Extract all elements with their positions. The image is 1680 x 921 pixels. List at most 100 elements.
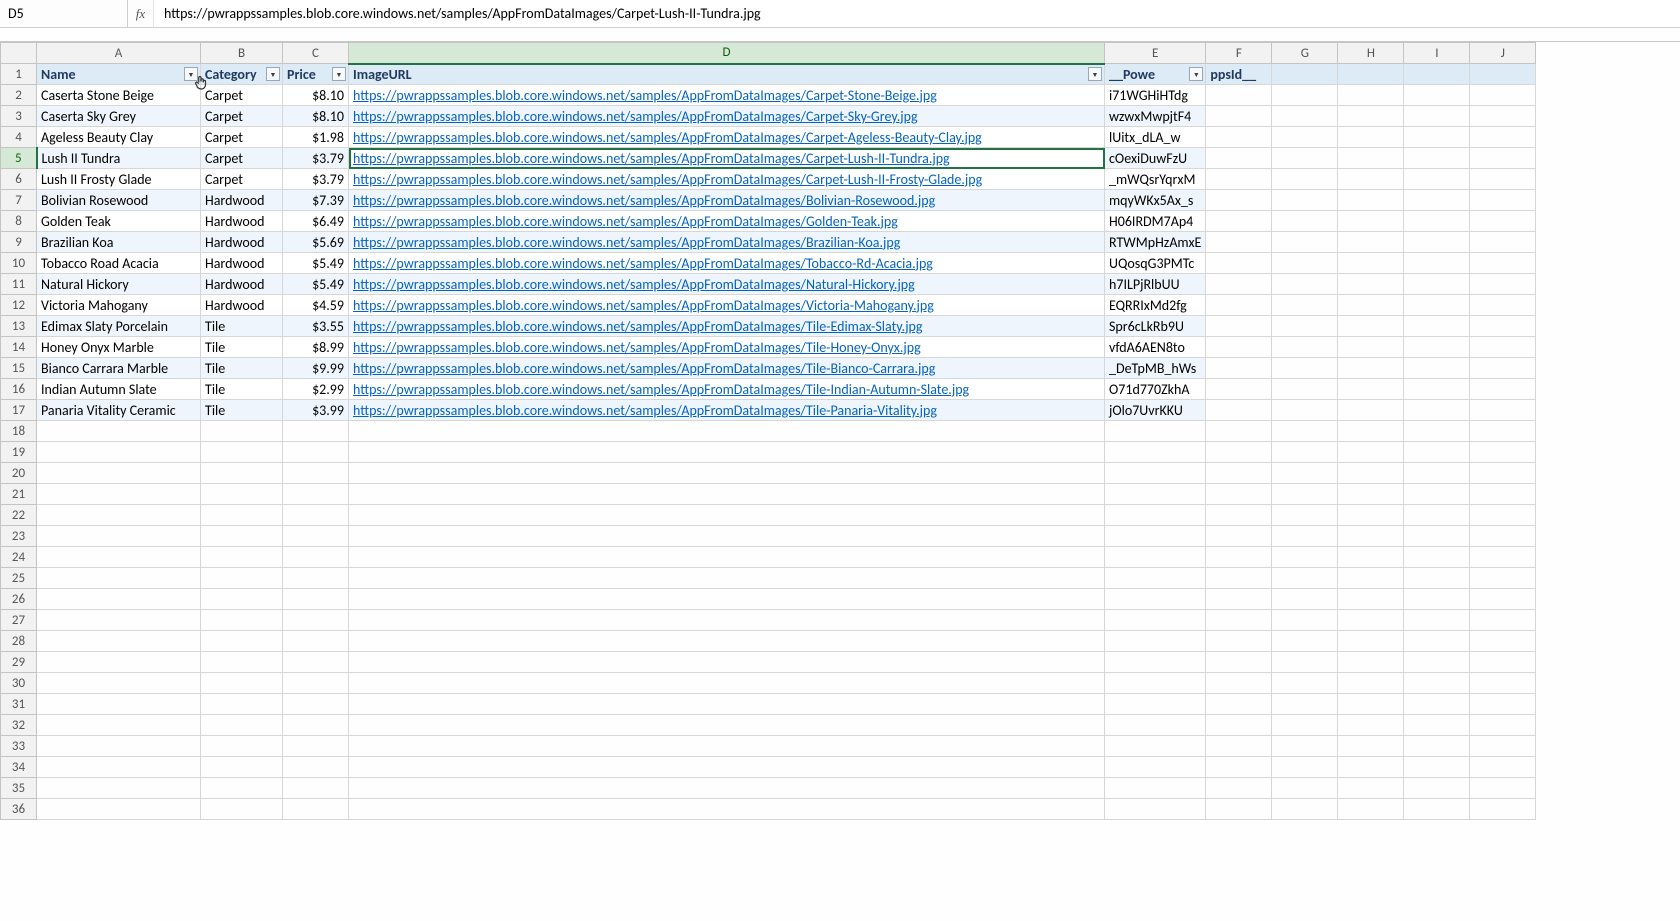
cell[interactable]: mqyWKx5Ax_s [1105, 190, 1206, 211]
cell[interactable] [1404, 736, 1470, 757]
cell[interactable] [349, 505, 1105, 526]
cell[interactable] [37, 778, 201, 799]
cell[interactable]: $7.39 [283, 190, 349, 211]
cell[interactable] [1470, 673, 1536, 694]
cell[interactable] [1206, 337, 1272, 358]
cell[interactable]: Tile [201, 337, 283, 358]
cell[interactable] [1338, 274, 1404, 295]
cell[interactable]: $3.55 [283, 316, 349, 337]
col-header-F[interactable]: F [1206, 43, 1272, 64]
cell[interactable]: https://pwrappssamples.blob.core.windows… [349, 274, 1105, 295]
cell[interactable] [1206, 505, 1272, 526]
cell[interactable] [1338, 85, 1404, 106]
cell[interactable] [283, 778, 349, 799]
cell[interactable]: Natural Hickory [37, 274, 201, 295]
cell[interactable] [1272, 274, 1338, 295]
cell[interactable] [349, 799, 1105, 820]
cell[interactable] [1272, 631, 1338, 652]
row-header[interactable]: 14 [1, 337, 37, 358]
cell[interactable] [1206, 526, 1272, 547]
cell[interactable] [1206, 421, 1272, 442]
cell[interactable] [1206, 232, 1272, 253]
row-header[interactable]: 21 [1, 484, 37, 505]
select-all-corner[interactable] [1, 43, 37, 64]
cell[interactable] [1404, 85, 1470, 106]
cell[interactable] [201, 652, 283, 673]
cell[interactable] [1470, 568, 1536, 589]
row-header[interactable]: 20 [1, 463, 37, 484]
cell[interactable]: Bolivian Rosewood [37, 190, 201, 211]
cell[interactable] [1206, 715, 1272, 736]
cell[interactable] [1272, 211, 1338, 232]
cell[interactable] [1272, 715, 1338, 736]
image-url-link[interactable]: https://pwrappssamples.blob.core.windows… [353, 192, 935, 209]
row-header[interactable]: 10 [1, 253, 37, 274]
cell[interactable] [1470, 799, 1536, 820]
cell[interactable]: $1.98 [283, 127, 349, 148]
cell[interactable]: wzwxMwpjtF4 [1105, 106, 1206, 127]
cell[interactable] [201, 757, 283, 778]
cell[interactable] [1105, 421, 1206, 442]
cell[interactable] [349, 568, 1105, 589]
table-header-cell[interactable]: Category▼ [201, 64, 283, 85]
cell[interactable] [1105, 568, 1206, 589]
cell[interactable] [1206, 610, 1272, 631]
cell[interactable] [1404, 337, 1470, 358]
cell[interactable]: lUitx_dLA_w [1105, 127, 1206, 148]
row-header[interactable]: 23 [1, 526, 37, 547]
cell[interactable] [201, 778, 283, 799]
cell[interactable] [1404, 589, 1470, 610]
cell[interactable] [1272, 421, 1338, 442]
cell[interactable] [1470, 169, 1536, 190]
cell[interactable] [1470, 190, 1536, 211]
spreadsheet-grid[interactable]: ABCDEFGHIJ 1Name▼Category▼Price▼ImageURL… [0, 42, 1680, 820]
cell[interactable] [37, 694, 201, 715]
cell[interactable]: Carpet [201, 127, 283, 148]
table-header-cell[interactable]: Price▼ [283, 64, 349, 85]
cell[interactable] [283, 610, 349, 631]
cell[interactable] [1404, 778, 1470, 799]
cell[interactable] [1338, 778, 1404, 799]
cell[interactable] [1272, 295, 1338, 316]
cell[interactable] [1272, 736, 1338, 757]
filter-dropdown-icon[interactable]: ▼ [332, 67, 346, 81]
cell[interactable] [1338, 190, 1404, 211]
cell[interactable] [1206, 358, 1272, 379]
cell[interactable] [201, 610, 283, 631]
cell[interactable] [1470, 442, 1536, 463]
cell[interactable]: $3.99 [283, 400, 349, 421]
cell[interactable] [1206, 778, 1272, 799]
cell[interactable] [1404, 106, 1470, 127]
cell[interactable] [1272, 526, 1338, 547]
col-header-H[interactable]: H [1338, 43, 1404, 64]
cell[interactable]: https://pwrappssamples.blob.core.windows… [349, 232, 1105, 253]
cell[interactable]: https://pwrappssamples.blob.core.windows… [349, 106, 1105, 127]
cell[interactable] [1206, 736, 1272, 757]
cell[interactable] [1470, 358, 1536, 379]
cell[interactable] [1470, 610, 1536, 631]
cell[interactable] [1338, 799, 1404, 820]
cell[interactable] [1272, 484, 1338, 505]
table-header-cell[interactable] [1272, 64, 1338, 85]
cell[interactable] [1404, 274, 1470, 295]
cell[interactable] [1338, 127, 1404, 148]
table-header-cell[interactable]: Name▼ [37, 64, 201, 85]
cell[interactable] [1404, 148, 1470, 169]
image-url-link[interactable]: https://pwrappssamples.blob.core.windows… [353, 297, 934, 314]
cell[interactable] [201, 694, 283, 715]
cell[interactable] [1338, 715, 1404, 736]
cell[interactable] [1338, 673, 1404, 694]
cell[interactable] [349, 715, 1105, 736]
cell[interactable] [283, 652, 349, 673]
cell[interactable] [1338, 421, 1404, 442]
cell[interactable] [1105, 526, 1206, 547]
cell[interactable] [283, 568, 349, 589]
cell[interactable]: Tile [201, 400, 283, 421]
cell[interactable] [201, 631, 283, 652]
cell[interactable]: https://pwrappssamples.blob.core.windows… [349, 85, 1105, 106]
cell[interactable] [1272, 148, 1338, 169]
cell[interactable] [1338, 694, 1404, 715]
cell[interactable] [283, 547, 349, 568]
cell[interactable]: H06IRDM7Ap4 [1105, 211, 1206, 232]
row-header[interactable]: 36 [1, 799, 37, 820]
